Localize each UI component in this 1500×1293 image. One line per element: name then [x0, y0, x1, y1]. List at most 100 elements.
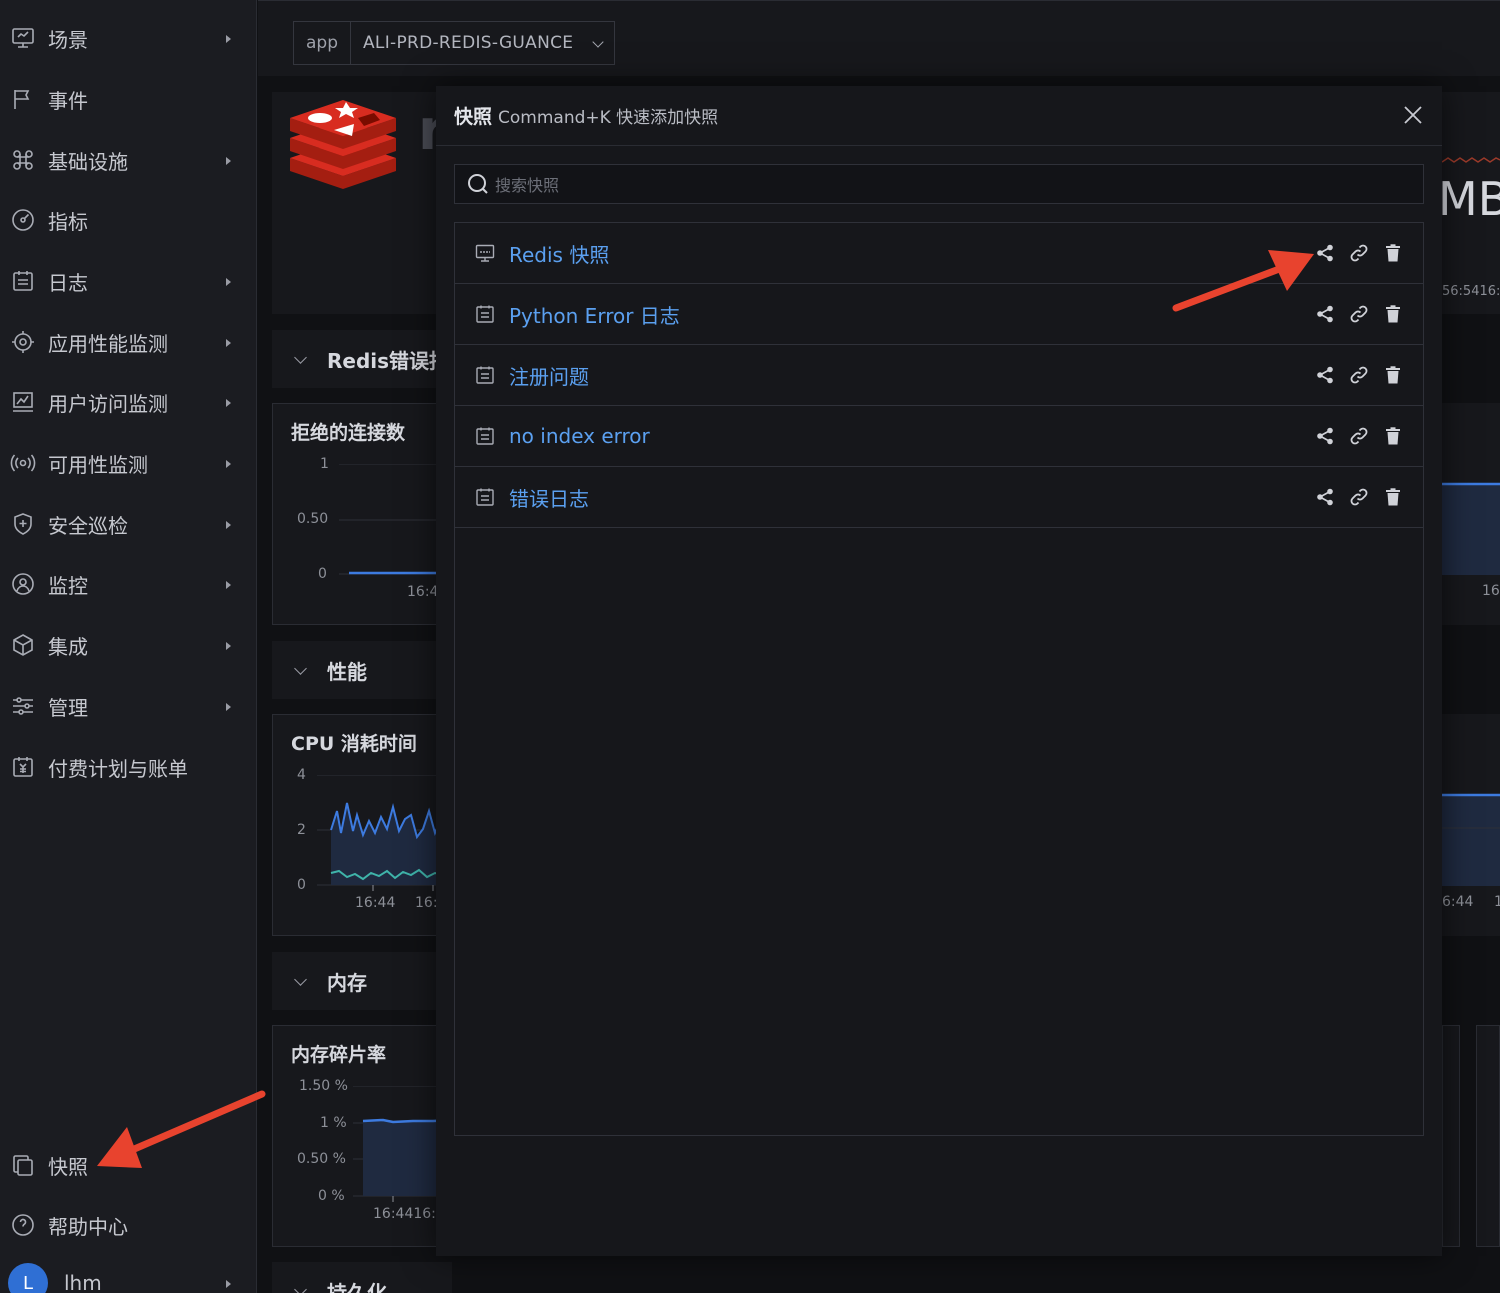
chevron-right-icon — [226, 642, 231, 650]
filter-bar: app ALI-PRD-REDIS-GUANCE — [258, 0, 1500, 76]
redis-overview-panel: r — [272, 92, 452, 314]
share-icon[interactable] — [1315, 425, 1335, 447]
link-icon[interactable] — [1349, 303, 1369, 325]
sidebar-item-billing[interactable]: 付费计划与账单 — [0, 737, 257, 797]
sidebar-item-events[interactable]: 事件 — [0, 69, 257, 129]
section-persistence[interactable]: 持久化 — [272, 1262, 452, 1293]
snapshot-row[interactable]: Python Error 日志 — [455, 284, 1423, 345]
right-chart-1 — [1442, 482, 1500, 575]
filter-value: ALI-PRD-REDIS-GUANCE — [363, 33, 574, 53]
chevron-right-icon — [226, 703, 231, 711]
section-performance[interactable]: 性能 — [272, 641, 452, 699]
share-icon[interactable] — [1315, 242, 1335, 264]
y-tick: 4 — [297, 767, 306, 783]
sidebar-item-logs[interactable]: 日志 — [0, 251, 257, 311]
snapshot-name-link[interactable]: Redis 快照 — [509, 239, 609, 268]
row-actions — [1315, 242, 1403, 264]
snapshot-name-link[interactable]: Python Error 日志 — [509, 300, 680, 329]
link-icon[interactable] — [1349, 364, 1369, 386]
y-tick: 0 % — [318, 1188, 345, 1204]
cube-icon — [10, 632, 36, 658]
search-input[interactable]: 搜索快照 — [454, 164, 1424, 204]
filter-key: app — [294, 22, 351, 64]
help-icon — [10, 1212, 36, 1238]
panel-cpu-time: CPU 消耗时间 4 2 0 16:44 16: — [272, 714, 453, 936]
sidebar-item-label: 基础设施 — [48, 149, 128, 174]
redis-logo-icon — [288, 96, 398, 195]
snapshot-row[interactable]: 错误日志 — [455, 467, 1423, 528]
chevron-right-icon — [226, 399, 231, 407]
sidebar-item-label: 用户访问监测 — [48, 391, 168, 416]
x-tick: 56:5416:5 — [1442, 284, 1500, 299]
sidebar-item-monitor[interactable]: 监控 — [0, 554, 257, 614]
log-icon — [475, 426, 495, 446]
close-icon[interactable] — [1402, 104, 1424, 126]
sidebar-item-apm[interactable]: 应用性能监测 — [0, 312, 257, 372]
delete-icon[interactable] — [1383, 303, 1403, 325]
snapshot-name-link[interactable]: no index error — [509, 424, 650, 448]
panel-title: 内存碎片率 — [291, 1044, 387, 1066]
link-icon[interactable] — [1349, 486, 1369, 508]
sidebar-item-label: 指标 — [48, 209, 88, 234]
link-icon[interactable] — [1349, 425, 1369, 447]
row-actions — [1315, 364, 1403, 386]
right-panel-3 — [1442, 1025, 1460, 1247]
delete-icon[interactable] — [1383, 425, 1403, 447]
snapshot-row[interactable]: Redis 快照 — [455, 223, 1423, 284]
right-panel-1: 16: — [1442, 403, 1500, 625]
sidebar-item-label: 可用性监测 — [48, 452, 148, 477]
gauge-icon — [10, 207, 36, 233]
delete-icon[interactable] — [1383, 486, 1403, 508]
sidebar: 场景 事件 基础设施 指标 日志 应用性能监测 用户访问监测 可用性监测 安全巡… — [0, 0, 257, 1293]
sidebar-item-infrastructure[interactable]: 基础设施 — [0, 130, 257, 190]
delete-icon[interactable] — [1383, 242, 1403, 264]
monitor-icon — [10, 25, 36, 51]
chevron-right-icon — [226, 581, 231, 589]
delete-icon[interactable] — [1383, 364, 1403, 386]
panel-memory-fragmentation: 内存碎片率 1.50 % 1 % 0.50 % 0 % 16:4416:4 — [272, 1025, 453, 1247]
sidebar-item-synthetics[interactable]: 可用性监测 — [0, 433, 257, 493]
chevron-down-icon — [294, 1282, 307, 1293]
log-icon — [10, 268, 36, 294]
chevron-down-icon — [592, 36, 604, 48]
sidebar-item-scenes[interactable]: 场景 — [0, 8, 257, 68]
right-panel-4 — [1476, 1025, 1500, 1247]
share-icon[interactable] — [1315, 303, 1335, 325]
sidebar-item-integration[interactable]: 集成 — [0, 615, 257, 675]
snapshot-name-link[interactable]: 注册问题 — [509, 361, 589, 390]
panel-title: CPU 消耗时间 — [291, 733, 417, 755]
share-icon[interactable] — [1315, 486, 1335, 508]
chevron-right-icon — [226, 35, 231, 43]
snapshot-name-link[interactable]: 错误日志 — [509, 483, 589, 512]
link-icon[interactable] — [1349, 242, 1369, 264]
sidebar-item-snapshot[interactable]: 快照 — [0, 1135, 257, 1195]
sidebar-item-label: 快照 — [48, 1154, 88, 1179]
chevron-right-icon — [226, 278, 231, 286]
sidebar-item-security[interactable]: 安全巡检 — [0, 494, 257, 554]
sidebar-item-label: 事件 — [48, 88, 88, 113]
section-redis-errors[interactable]: Redis错误指 — [272, 330, 452, 388]
modal-header: 快照 Command+K 快速添加快照 — [436, 86, 1442, 146]
sidebar-item-user[interactable]: L lhm — [0, 1253, 257, 1293]
sidebar-item-label: 帮助中心 — [48, 1214, 128, 1239]
sidebar-item-metrics[interactable]: 指标 — [0, 190, 257, 250]
chevron-right-icon — [226, 157, 231, 165]
sidebar-item-label: 场景 — [48, 27, 88, 52]
sidebar-item-help[interactable]: 帮助中心 — [0, 1195, 257, 1255]
snapshot-row[interactable]: 注册问题 — [455, 345, 1423, 406]
sidebar-item-management[interactable]: 管理 — [0, 676, 257, 736]
sidebar-item-label: 集成 — [48, 634, 88, 659]
avatar: L — [8, 1263, 48, 1293]
chevron-right-icon — [226, 1280, 231, 1288]
share-icon[interactable] — [1315, 364, 1335, 386]
sidebar-item-rum[interactable]: 用户访问监测 — [0, 372, 257, 432]
log-icon — [475, 487, 495, 507]
panel-title: 拒绝的连接数 — [291, 422, 406, 444]
snapshot-row[interactable]: no index error — [455, 406, 1423, 467]
section-memory[interactable]: 内存 — [272, 952, 452, 1010]
panel-rejected-connections: 拒绝的连接数 1 0.50 0 16:4 — [272, 403, 453, 625]
app-filter-select[interactable]: app ALI-PRD-REDIS-GUANCE — [293, 21, 615, 65]
x-tick: 6:44 — [1442, 894, 1474, 910]
cpu-time-chart — [317, 775, 453, 891]
row-actions — [1315, 425, 1403, 447]
